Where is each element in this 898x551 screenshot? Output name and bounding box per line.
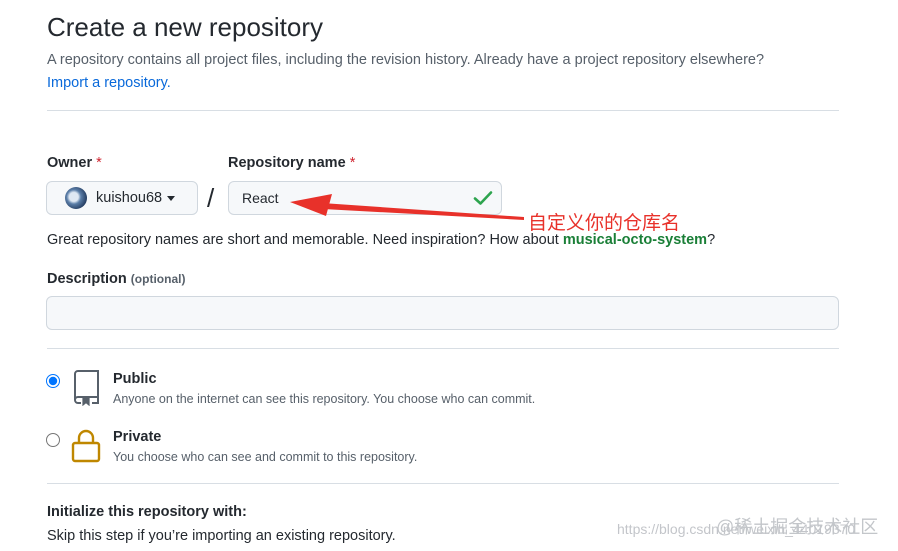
required-mark: * [349,155,356,171]
page-title: Create a new repository [47,12,324,42]
owner-label-text: Owner [47,155,93,171]
repo-icon [74,370,99,406]
private-description: You choose who can see and commit to thi… [113,450,418,464]
required-mark: * [96,155,102,171]
page-subtitle: A repository contains all project files,… [47,52,765,68]
hint-suffix: ? [707,232,716,248]
repo-name-hint: Great repository names are short and mem… [47,232,715,248]
public-radio[interactable] [46,374,60,388]
lock-icon [71,429,101,463]
caret-down-icon [167,195,176,201]
avatar [65,187,87,209]
name-suggestion-link[interactable]: musical-octo-system [563,232,707,248]
divider [47,110,839,111]
description-label: Description (optional) [47,271,185,287]
description-input[interactable] [46,296,839,330]
owner-dropdown-button[interactable]: kuishou68 [46,181,198,215]
annotation-text: 自定义你的仓库名 [528,213,681,234]
juejin-watermark: @稀土掘金技术社区 [716,517,879,537]
initialize-description: Skip this step if you’re importing an ex… [47,528,396,544]
annotation-arrow-icon [290,194,524,220]
divider [47,348,839,349]
hint-text: Great repository names are short and mem… [47,232,563,248]
owner-repo-separator: / [207,183,215,213]
import-repository-link[interactable]: Import a repository. [47,75,171,91]
private-title: Private [113,429,162,445]
divider [47,483,839,484]
description-label-text: Description [47,271,127,287]
public-title: Public [113,371,157,387]
public-description: Anyone on the internet can see this repo… [113,392,536,406]
repo-name-label-text: Repository name [228,155,346,171]
owner-label: Owner * [47,155,102,171]
owner-username: kuishou68 [96,190,163,206]
private-radio[interactable] [46,433,60,447]
repo-name-label: Repository name * [228,155,355,171]
initialize-title: Initialize this repository with: [47,504,247,520]
optional-note: (optional) [130,272,186,286]
